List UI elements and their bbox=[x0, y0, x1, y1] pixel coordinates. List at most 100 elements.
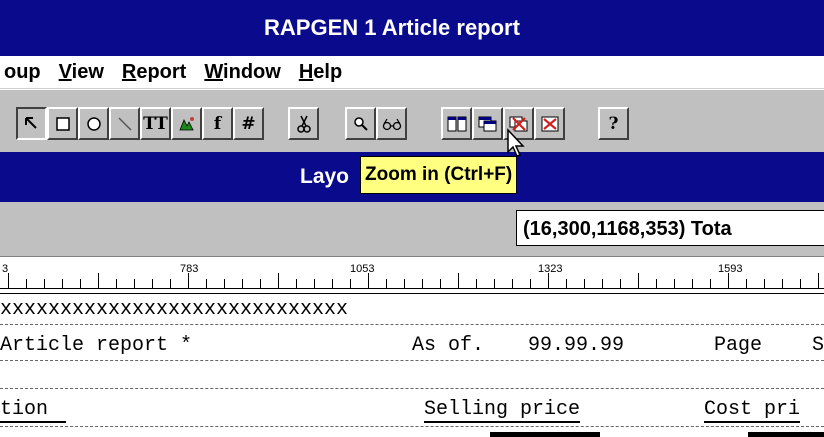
ruler-tick bbox=[782, 279, 783, 289]
number-icon: # bbox=[241, 113, 256, 134]
tile-windows-button[interactable] bbox=[441, 107, 472, 140]
ellipse-tool-button[interactable] bbox=[78, 107, 109, 140]
ruler-tick bbox=[44, 279, 45, 289]
scissors-icon bbox=[296, 115, 311, 133]
question-mark-icon: ? bbox=[608, 113, 619, 134]
band-divider bbox=[0, 426, 824, 427]
rectangle-tool-button[interactable] bbox=[47, 107, 78, 140]
glasses-icon bbox=[382, 118, 401, 130]
ruler-tick bbox=[62, 279, 63, 289]
page-label[interactable]: Page bbox=[714, 334, 762, 357]
menu-help[interactable]: Help bbox=[299, 61, 360, 84]
ruler-tick bbox=[8, 273, 9, 289]
magnifier-icon bbox=[353, 116, 368, 131]
ruler-tick bbox=[224, 279, 225, 289]
formula-tool-button[interactable]: f bbox=[202, 107, 233, 140]
close-window-icon bbox=[541, 116, 558, 131]
ruler-tick bbox=[530, 279, 531, 289]
help-button[interactable]: ? bbox=[598, 107, 629, 140]
text-tool-icon: TT bbox=[143, 113, 168, 134]
ruler-tick bbox=[800, 279, 801, 289]
picture-tool-button[interactable] bbox=[171, 107, 202, 140]
ruler-tick bbox=[332, 279, 333, 289]
ruler-baseline bbox=[0, 288, 824, 289]
report-layout-canvas[interactable]: xxxxxxxxxxxxxxxxxxxxxxxxxxxxx Article re… bbox=[0, 294, 824, 437]
close-window-button[interactable] bbox=[534, 107, 565, 140]
ruler-tick bbox=[242, 279, 243, 289]
ruler-tick bbox=[134, 279, 135, 289]
menu-bar: oup View Report Window Help bbox=[0, 56, 824, 89]
ruler-tick bbox=[98, 273, 99, 289]
as-of-value[interactable]: 99.99.99 bbox=[528, 334, 624, 357]
column-header-cost-price[interactable]: Cost pri bbox=[704, 398, 801, 423]
text-tool-button[interactable]: TT bbox=[140, 107, 171, 140]
ruler-tick bbox=[296, 279, 297, 289]
tile-windows-icon bbox=[447, 116, 466, 131]
report-header-title[interactable]: Article report * bbox=[0, 334, 192, 357]
title-bar: RAPGEN 1 Article report bbox=[0, 0, 824, 56]
ruler-tick bbox=[422, 279, 423, 289]
window-title: RAPGEN 1 Article report bbox=[264, 15, 520, 40]
cut-button[interactable] bbox=[288, 107, 319, 140]
ruler-tick bbox=[278, 273, 279, 289]
ruler-label: 1323 bbox=[538, 263, 563, 275]
ruler-tick bbox=[602, 279, 603, 289]
ruler-tick bbox=[188, 273, 189, 289]
ruler-tick bbox=[692, 279, 693, 289]
number-tool-button[interactable]: # bbox=[233, 107, 264, 140]
ruler-tick bbox=[674, 279, 675, 289]
ruler-tick bbox=[728, 273, 729, 289]
ruler-tick bbox=[746, 279, 747, 289]
ruler-tick bbox=[206, 279, 207, 289]
ruler-tick bbox=[440, 279, 441, 289]
ruler-label: 1053 bbox=[350, 263, 375, 275]
column-header-description[interactable]: tion bbox=[0, 398, 66, 423]
line-icon bbox=[117, 116, 132, 131]
field-placeholder-bar bbox=[748, 432, 824, 437]
mouse-cursor-icon bbox=[507, 128, 525, 157]
band-divider bbox=[0, 324, 824, 325]
ruler-tick bbox=[152, 279, 153, 289]
field-placeholder-bar bbox=[490, 432, 600, 437]
ruler-tick bbox=[710, 279, 711, 289]
cascade-windows-button[interactable] bbox=[472, 107, 503, 140]
ruler-tick bbox=[584, 279, 585, 289]
info-bar: (16,300,1168,353) Tota bbox=[0, 202, 824, 257]
zoom-in-button[interactable] bbox=[345, 107, 376, 140]
ruler-tick bbox=[638, 273, 639, 289]
ruler-tick bbox=[404, 279, 405, 289]
ruler-tick bbox=[26, 279, 27, 289]
arrow-pointer-icon bbox=[24, 116, 37, 129]
page-value[interactable]: S bbox=[812, 334, 824, 357]
ruler-tick bbox=[656, 279, 657, 289]
cascade-windows-icon bbox=[478, 116, 496, 131]
ruler-tick bbox=[170, 279, 171, 289]
report-x-line: xxxxxxxxxxxxxxxxxxxxxxxxxxxxx bbox=[0, 298, 349, 321]
ruler[interactable]: 3 783 1053 1323 1593 bbox=[0, 257, 824, 294]
ruler-tick bbox=[818, 273, 819, 289]
ruler-tick bbox=[566, 279, 567, 289]
circle-icon bbox=[86, 116, 101, 131]
menu-group[interactable]: oup bbox=[0, 61, 59, 84]
menu-view[interactable]: View bbox=[59, 61, 122, 84]
ruler-tick bbox=[260, 279, 261, 289]
coordinates-readout: (16,300,1168,353) Tota bbox=[516, 210, 824, 246]
ruler-tick bbox=[386, 279, 387, 289]
line-tool-button[interactable] bbox=[109, 107, 140, 140]
menu-window[interactable]: Window bbox=[204, 61, 298, 84]
ruler-tick bbox=[620, 279, 621, 289]
picture-icon bbox=[178, 116, 194, 130]
column-header-selling-price[interactable]: Selling price bbox=[424, 398, 581, 423]
formula-icon: f bbox=[213, 113, 222, 134]
ruler-label: 1593 bbox=[718, 263, 743, 275]
ruler-tick bbox=[476, 279, 477, 289]
select-arrow-button[interactable] bbox=[16, 107, 47, 140]
preview-button[interactable] bbox=[376, 107, 407, 140]
ruler-tick bbox=[80, 279, 81, 289]
as-of-label[interactable]: As of. bbox=[412, 334, 484, 357]
band-divider bbox=[0, 388, 824, 389]
menu-report[interactable]: Report bbox=[122, 61, 204, 84]
toolbar: TT f # ? bbox=[0, 89, 824, 153]
ruler-tick bbox=[116, 279, 117, 289]
ruler-tick bbox=[350, 279, 351, 289]
